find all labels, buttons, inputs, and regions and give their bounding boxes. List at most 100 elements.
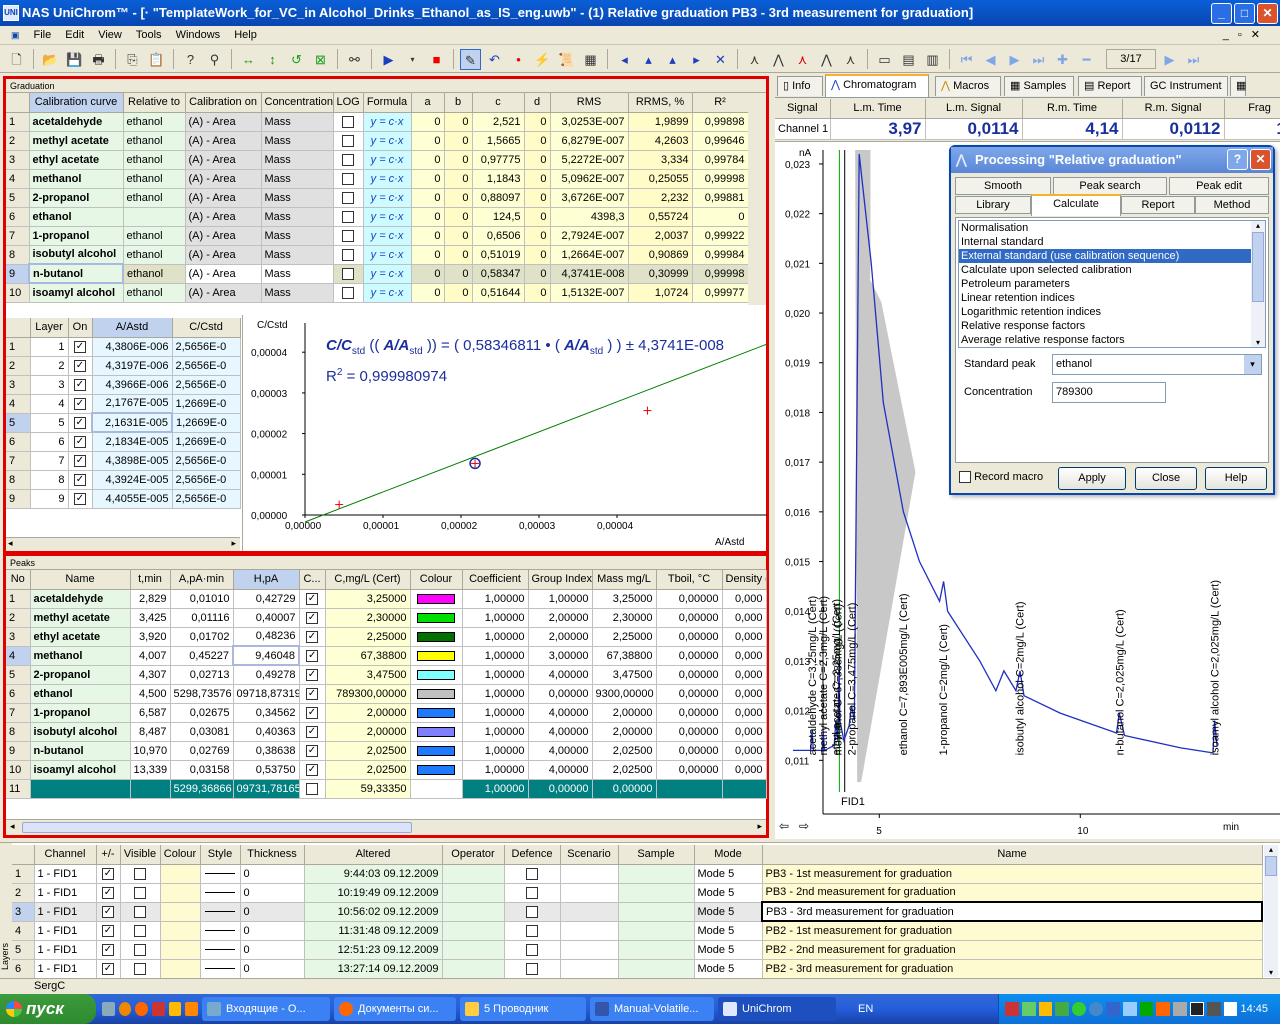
menu-tools[interactable]: Tools bbox=[129, 29, 169, 41]
nav-left-icon[interactable]: ◂ bbox=[614, 49, 635, 70]
first-page-icon[interactable]: ⏮ bbox=[956, 49, 977, 70]
table-cell[interactable]: isobutyl alcohol bbox=[29, 245, 124, 265]
retention-time[interactable]: 2,829 bbox=[130, 589, 171, 609]
sample[interactable] bbox=[618, 940, 695, 960]
mode[interactable]: Mode 5 bbox=[694, 883, 763, 903]
table-cell[interactable]: 0,25055 bbox=[628, 169, 693, 189]
table-cell[interactable]: ethanol bbox=[123, 226, 186, 246]
table-cell[interactable]: 1,00000 bbox=[462, 608, 529, 628]
calc-method-item[interactable]: Relative response factors bbox=[959, 319, 1251, 333]
col-header[interactable]: a bbox=[411, 93, 445, 113]
table-cell[interactable]: 3,00000 bbox=[528, 646, 593, 666]
table-cell[interactable]: 1,00000 bbox=[528, 589, 593, 609]
table-cell[interactable]: 0,000 bbox=[722, 741, 767, 761]
table-cell[interactable]: 0,99646 bbox=[692, 131, 749, 151]
table-cell[interactable]: 2,00000 bbox=[592, 703, 657, 723]
peak-area[interactable]: 0,45227 bbox=[170, 646, 234, 666]
open-icon[interactable]: 📂 bbox=[40, 49, 61, 70]
layers-side-tab[interactable]: Layers bbox=[0, 843, 12, 979]
visible-checkbox[interactable] bbox=[120, 883, 161, 903]
thickness[interactable]: 0 bbox=[240, 864, 305, 884]
quick-launch-5-icon[interactable] bbox=[168, 1002, 182, 1016]
table-row[interactable]: 4 4 ✓ 2,1767E-005 1,2669E-0 bbox=[6, 394, 241, 414]
mode[interactable]: Mode 5 bbox=[694, 940, 763, 960]
table-cell[interactable]: Mass bbox=[261, 207, 334, 227]
col-header[interactable]: R² bbox=[692, 93, 749, 113]
table-cell[interactable] bbox=[333, 245, 364, 265]
calc-method-item[interactable]: Calculate upon selected calibration bbox=[959, 263, 1251, 277]
menu-windows[interactable]: Windows bbox=[169, 29, 228, 41]
table-cell[interactable]: 4398,3 bbox=[550, 207, 629, 227]
table-cell[interactable]: 0 bbox=[524, 283, 551, 303]
bottom-scroll-thumb[interactable] bbox=[1265, 856, 1277, 876]
visible-checkbox[interactable] bbox=[120, 902, 161, 922]
checkbox-empty-icon[interactable] bbox=[134, 943, 146, 956]
table-cell[interactable]: 0,000 bbox=[722, 608, 767, 628]
tab-calculate[interactable]: Calculate bbox=[1031, 194, 1121, 216]
table-row[interactable]: 2 methyl acetate ethanol (A) - Area Mass y = … bbox=[6, 131, 749, 151]
checkbox-empty-icon[interactable] bbox=[342, 115, 354, 128]
col-header[interactable]: H,pA bbox=[233, 570, 300, 590]
colour[interactable] bbox=[160, 940, 201, 960]
list-vscroll[interactable]: ▴ ▾ bbox=[1251, 221, 1265, 347]
table-cell[interactable]: 0,99922 bbox=[692, 226, 749, 246]
peak-area[interactable]: 0,02713 bbox=[170, 665, 234, 685]
table-cell[interactable]: 1,00000 bbox=[462, 646, 529, 666]
table-cell[interactable]: 0,00000 bbox=[656, 684, 723, 704]
link-icon[interactable]: ⚯ bbox=[344, 49, 365, 70]
menu-view[interactable]: View bbox=[91, 29, 129, 41]
table-row[interactable]: 8 isobutyl alcohol ethanol (A) - Area Mass y … bbox=[6, 245, 749, 265]
table-cell[interactable]: 0 bbox=[444, 131, 473, 151]
line-style[interactable] bbox=[200, 864, 241, 884]
checkbox-checked-icon[interactable]: ✓ bbox=[306, 744, 318, 757]
table-cell[interactable] bbox=[656, 779, 723, 799]
table-cell[interactable] bbox=[333, 264, 364, 284]
table-cell[interactable]: 0 bbox=[524, 226, 551, 246]
concentration[interactable]: 2,25000 bbox=[325, 627, 411, 647]
table-cell[interactable]: 5,0962E-007 bbox=[550, 169, 629, 189]
col-header[interactable]: Name bbox=[762, 845, 1263, 865]
col-header[interactable]: C/Cstd bbox=[172, 318, 241, 338]
checkbox-checked-icon[interactable]: ✓ bbox=[306, 668, 318, 681]
table-cell[interactable]: 3,47500 bbox=[592, 665, 657, 685]
table-cell[interactable]: 2,30000 bbox=[592, 608, 657, 628]
table-row[interactable]: 6 ethanol (A) - Area Mass y = c·x 0 0 124,5 0 439… bbox=[6, 207, 749, 227]
peak-colour[interactable] bbox=[410, 646, 463, 666]
layer-name[interactable]: PB2 - 1st measurement for graduation bbox=[762, 921, 1263, 941]
peak-marker-5-icon[interactable]: ⋏ bbox=[840, 49, 861, 70]
table-row[interactable]: 3 ethyl acetate ethanol (A) - Area Mass y = c… bbox=[6, 150, 749, 170]
peak-marker-1-icon[interactable]: ⋏ bbox=[744, 49, 765, 70]
quick-launch-4-icon[interactable] bbox=[152, 1002, 165, 1016]
task-documents[interactable]: Документы си... bbox=[334, 997, 456, 1021]
colour-swatch[interactable] bbox=[417, 612, 455, 623]
save-icon[interactable]: 💾 bbox=[64, 49, 85, 70]
peak-checkbox[interactable]: ✓ bbox=[299, 722, 326, 742]
checkbox-checked-icon[interactable]: ✓ bbox=[306, 763, 318, 776]
concentration[interactable]: 2,30000 bbox=[325, 608, 411, 628]
quick-launch-2-icon[interactable] bbox=[118, 1002, 132, 1016]
tab-macros[interactable]: ⋀ Macros bbox=[935, 76, 1001, 96]
layer-on[interactable]: ✓ bbox=[68, 394, 93, 414]
table-cell[interactable]: 0,000 bbox=[722, 665, 767, 685]
visible-checkbox[interactable] bbox=[120, 940, 161, 960]
peak-height[interactable]: 0,49278 bbox=[233, 665, 300, 685]
checkbox-empty-icon[interactable] bbox=[342, 172, 354, 185]
channel[interactable]: 1 - FID1 bbox=[34, 921, 97, 941]
table-row[interactable]: 9 n-butanol ethanol (A) - Area Mass y = c·x 0 0… bbox=[6, 263, 749, 284]
table-cell[interactable]: y = c·x bbox=[363, 283, 412, 303]
table-cell[interactable] bbox=[333, 169, 364, 189]
checkbox-empty-icon[interactable] bbox=[134, 905, 146, 918]
peak-name[interactable] bbox=[30, 779, 131, 799]
defence-checkbox[interactable] bbox=[504, 883, 561, 903]
table-row[interactable]: 5 5 ✓ 2,1631E-005 1,2669E-0 bbox=[6, 412, 241, 433]
scroll-down-icon[interactable]: ▾ bbox=[1251, 338, 1265, 347]
peak-name[interactable]: 2-propanol bbox=[30, 665, 131, 685]
col-header[interactable]: LOG bbox=[333, 93, 364, 113]
tray-11-icon[interactable] bbox=[1173, 1002, 1187, 1016]
checkbox-empty-icon[interactable] bbox=[134, 924, 146, 937]
table-cell[interactable]: 0,000 bbox=[722, 703, 767, 723]
line-style[interactable] bbox=[200, 902, 241, 922]
col-header[interactable]: Scenario bbox=[560, 845, 619, 865]
table-cell[interactable]: 1-propanol bbox=[29, 226, 124, 246]
table-cell[interactable]: 0 bbox=[524, 150, 551, 170]
